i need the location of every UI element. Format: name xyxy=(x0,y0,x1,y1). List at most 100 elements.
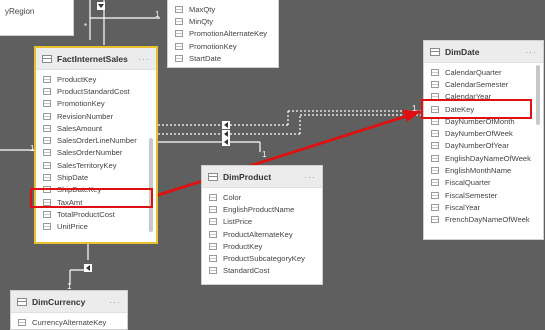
scrollbar[interactable] xyxy=(536,65,540,125)
column-icon xyxy=(431,203,439,211)
field-label: FiscalSemester xyxy=(445,190,498,200)
column-icon xyxy=(209,242,217,250)
table-card-dimproduct[interactable]: DimProduct ··· Color EnglishProductName Li… xyxy=(201,165,323,285)
field-label: SalesOrderLineNumber xyxy=(57,136,137,146)
field-row[interactable]: StartDate xyxy=(168,52,278,64)
more-options-button[interactable]: ··· xyxy=(525,47,537,57)
field-label: EnglishProductName xyxy=(223,204,295,214)
table-icon xyxy=(42,54,52,63)
column-icon xyxy=(431,216,439,224)
field-row[interactable]: CalendarQuarter xyxy=(424,66,543,78)
table-card-dimdate[interactable]: DimDate ··· CalendarQuarter CalendarSemes… xyxy=(423,40,544,240)
field-row[interactable]: EnglishProductName xyxy=(202,203,322,215)
field-row[interactable]: PromotionKey xyxy=(36,98,156,110)
field-label: ListPrice xyxy=(223,217,253,227)
field-label: FrenchDayNameOfWeek xyxy=(445,215,530,225)
field-row[interactable]: RevisionNumber xyxy=(36,110,156,122)
field-label: ProductKey xyxy=(57,74,97,84)
field-label: StandardCost xyxy=(223,266,270,276)
table-title: FactInternetSales xyxy=(57,53,128,64)
table-title: yRegion xyxy=(5,7,35,16)
field-row[interactable]: UnitPrice xyxy=(36,221,156,233)
field-row[interactable]: ShipDate xyxy=(36,171,156,183)
field-row[interactable]: FiscalYear xyxy=(424,201,543,213)
table-header[interactable]: DimProduct ··· xyxy=(202,166,322,188)
field-row[interactable]: ShipDateKey xyxy=(36,184,156,196)
field-row[interactable]: MinQty xyxy=(168,15,278,27)
table-card-region[interactable]: yRegion xyxy=(0,0,74,36)
field-row[interactable]: PromotionAlternateKey xyxy=(168,28,278,40)
column-icon xyxy=(175,54,183,62)
field-row[interactable]: SalesAmount xyxy=(36,122,156,134)
field-row[interactable]: DayNumberOfYear xyxy=(424,140,543,152)
field-row[interactable]: FiscalQuarter xyxy=(424,177,543,189)
field-label: EnglishMonthName xyxy=(445,166,512,176)
more-options-button[interactable]: ··· xyxy=(138,54,150,64)
table-title: DimCurrency xyxy=(32,296,86,307)
field-label: DayNumberOfMonth xyxy=(445,116,515,126)
field-row[interactable]: Color xyxy=(202,191,322,203)
field-label: ProductStandardCost xyxy=(57,86,130,96)
field-label: DayNumberOfYear xyxy=(445,141,509,151)
column-icon xyxy=(431,93,439,101)
field-row[interactable]: MaxQty xyxy=(168,3,278,15)
column-icon xyxy=(209,230,217,238)
more-options-button[interactable]: ··· xyxy=(109,297,121,307)
field-row[interactable]: FrenchDayNameOfWeek xyxy=(424,214,543,226)
field-row[interactable]: CalendarSemester xyxy=(424,78,543,90)
field-row[interactable]: TaxAmt xyxy=(36,196,156,208)
column-icon xyxy=(175,30,183,38)
column-icon xyxy=(209,193,217,201)
column-icon xyxy=(431,68,439,76)
field-row[interactable]: ProductKey xyxy=(202,240,322,252)
column-icon xyxy=(43,174,51,182)
field-row[interactable]: SalesOrderNumber xyxy=(36,147,156,159)
field-label: FiscalQuarter xyxy=(445,178,491,188)
field-row[interactable]: ProductStandardCost xyxy=(36,85,156,97)
field-row[interactable]: TotalProductCost xyxy=(36,208,156,220)
column-icon xyxy=(43,210,51,218)
field-row[interactable]: PromotionKey xyxy=(168,40,278,52)
table-card-promotion[interactable]: MaxQty MinQty PromotionAlternateKey Prom… xyxy=(167,0,279,68)
table-icon xyxy=(430,47,440,56)
field-label: ProductAlternateKey xyxy=(223,229,293,239)
table-icon xyxy=(17,297,27,306)
field-row[interactable]: CalendarYear xyxy=(424,91,543,103)
column-icon xyxy=(431,191,439,199)
field-row[interactable]: EnglishMonthName xyxy=(424,164,543,176)
column-icon xyxy=(209,267,217,275)
table-card-dimcurrency[interactable]: DimCurrency ··· CurrencyAlternateKey xyxy=(10,290,128,330)
field-label: ProductKey xyxy=(223,241,263,251)
table-header[interactable]: DimDate ··· xyxy=(424,41,543,63)
field-row[interactable]: FiscalSemester xyxy=(424,189,543,201)
field-row[interactable]: ProductAlternateKey xyxy=(202,228,322,240)
field-row[interactable]: ListPrice xyxy=(202,216,322,228)
field-row[interactable]: DateKey xyxy=(424,103,543,115)
field-row[interactable]: CurrencyAlternateKey xyxy=(11,316,127,328)
field-row[interactable]: SalesOrderLineNumber xyxy=(36,134,156,146)
field-label: TotalProductCost xyxy=(57,209,115,219)
scrollbar[interactable] xyxy=(149,138,153,232)
column-icon xyxy=(431,130,439,138)
field-label: CalendarYear xyxy=(445,92,492,102)
table-header[interactable]: DimCurrency ··· xyxy=(11,291,127,313)
more-options-button[interactable]: ··· xyxy=(304,172,316,182)
field-label: DayNumberOfWeek xyxy=(445,129,513,139)
field-row[interactable]: DayNumberOfMonth xyxy=(424,115,543,127)
column-icon xyxy=(431,80,439,88)
field-row[interactable]: DayNumberOfWeek xyxy=(424,127,543,139)
field-row[interactable]: ProductKey xyxy=(36,73,156,85)
field-row[interactable]: StandardCost xyxy=(202,265,322,277)
cardinality-one-label: 1 xyxy=(412,104,417,113)
column-icon xyxy=(431,154,439,162)
field-row[interactable]: SalesTerritoryKey xyxy=(36,159,156,171)
field-label: DateKey xyxy=(445,104,475,114)
field-row[interactable]: ProductSubcategoryKey xyxy=(202,252,322,264)
column-icon xyxy=(43,198,51,206)
field-label: PromotionKey xyxy=(57,99,105,109)
column-icon xyxy=(43,137,51,145)
table-card-factinternetsales[interactable]: FactInternetSales ··· ProductKey ProductS… xyxy=(34,46,158,244)
table-header[interactable]: FactInternetSales ··· xyxy=(36,48,156,70)
field-row[interactable]: EnglishDayNameOfWeek xyxy=(424,152,543,164)
column-icon xyxy=(431,167,439,175)
